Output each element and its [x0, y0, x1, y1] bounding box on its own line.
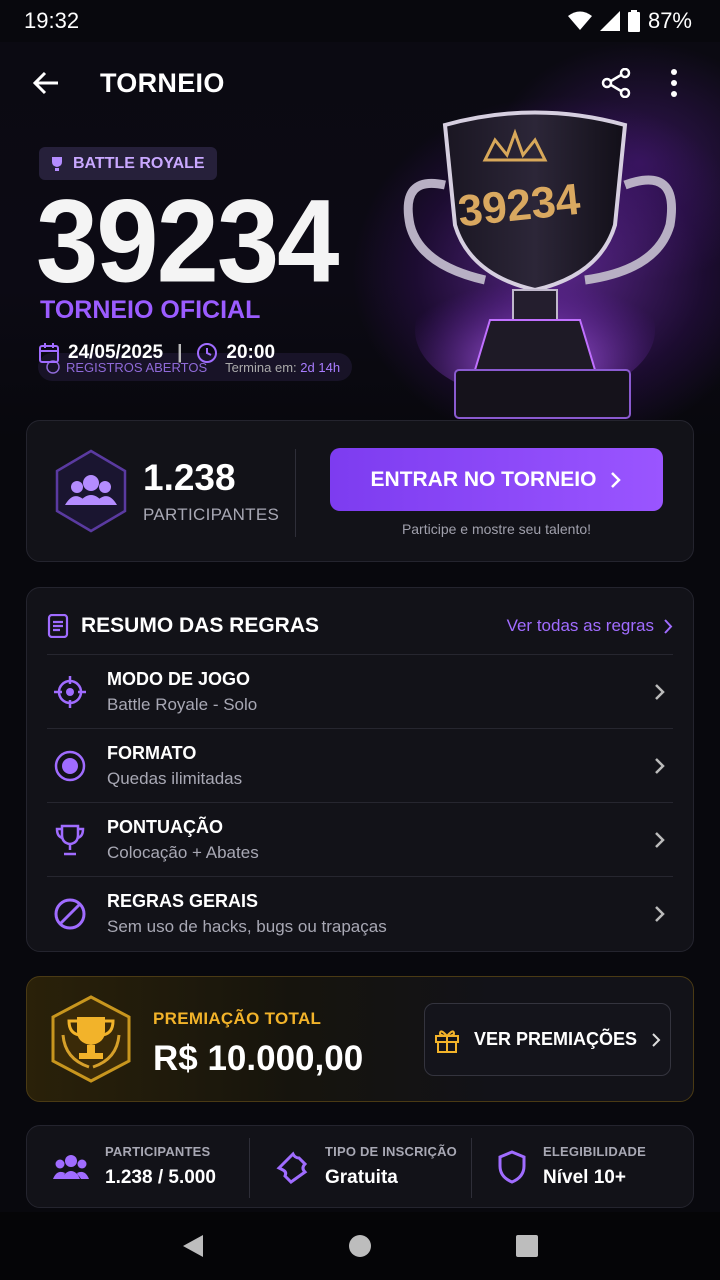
divider [295, 449, 296, 537]
share-button[interactable] [594, 61, 638, 105]
battery-icon [627, 10, 640, 32]
status-bar: 19:32 87% [0, 0, 720, 42]
chevron-right-icon [652, 1032, 661, 1047]
prize-emblem-icon [51, 995, 131, 1083]
info-label: TIPO DE INSCRIÇÃO [325, 1144, 457, 1159]
see-all-rules-label: Ver todas as regras [506, 616, 654, 635]
info-strip: PARTICIPANTES 1.238 / 5.000 TIPO DE INSC… [26, 1125, 694, 1208]
rule-item-general[interactable]: REGRAS GERAIS Sem uso de hacks, bugs ou … [47, 876, 673, 950]
tournament-number: 39234 [36, 175, 339, 307]
tournament-subtitle: TORNEIO OFICIAL [40, 296, 261, 324]
chevron-right-icon [664, 618, 673, 634]
prize-card: PREMIAÇÃO TOTAL R$ 10.000,00 VER PREMIAÇ… [26, 976, 694, 1102]
ticket-icon [276, 1150, 308, 1184]
clock-icon [197, 343, 218, 363]
rule-title: PONTUAÇÃO [107, 816, 223, 837]
rules-summary-card: RESUMO DAS REGRAS Ver todas as regras MO… [26, 587, 694, 952]
document-icon [47, 614, 69, 638]
tournament-date: 24/05/2025 [68, 342, 164, 363]
chevron-right-icon [655, 831, 665, 848]
more-vertical-icon [671, 69, 677, 97]
rule-item-scoring[interactable]: PONTUAÇÃO Colocação + Abates [47, 802, 673, 876]
calendar-icon [39, 343, 59, 363]
date-time-row: 24/05/2025 | 20:00 [38, 342, 275, 364]
info-registration-type: TIPO DE INSCRIÇÃO Gratuita [249, 1126, 471, 1207]
shield-icon [498, 1149, 526, 1184]
rule-title: MODO DE JOGO [107, 668, 251, 689]
rule-subtitle: Quedas ilimitadas [107, 768, 243, 788]
info-value: Nível 10+ [543, 1167, 626, 1188]
ban-icon [54, 898, 86, 929]
status-time: 19:32 [24, 8, 80, 33]
nav-back-icon[interactable] [181, 1233, 205, 1259]
badge-label: BATTLE ROYALE [73, 154, 205, 172]
rule-item-game-mode[interactable]: MODO DE JOGO Battle Royale - Solo [47, 654, 673, 728]
rule-title: FORMATO [107, 742, 197, 763]
info-value: 1.238 / 5.000 [105, 1167, 216, 1188]
page-title: TORNEIO [100, 67, 225, 98]
ends-value: 2d 14h [300, 359, 341, 375]
wifi-icon [567, 11, 592, 30]
crosshair-icon [54, 675, 86, 708]
back-button[interactable] [24, 61, 68, 105]
prize-value: R$ 10.000,00 [153, 1039, 364, 1078]
trophy-illustration: 39234 [403, 110, 676, 419]
info-label: PARTICIPANTES [105, 1144, 211, 1159]
tournament-time: 20:00 [226, 342, 276, 363]
view-prizes-label: VER PREMIAÇÕES [473, 1029, 638, 1049]
status-icons: 87% [567, 8, 692, 34]
users-icon [53, 1154, 89, 1179]
info-participants: PARTICIPANTES 1.238 / 5.000 [27, 1126, 249, 1207]
rules-title: RESUMO DAS REGRAS [81, 614, 320, 637]
rule-item-format[interactable]: FORMATO Quedas ilimitadas [47, 728, 673, 802]
separator: | [177, 342, 183, 363]
participants-card: 1.238 PARTICIPANTES ENTRAR NO TORNEIO Pa… [26, 420, 694, 562]
prize-label: PREMIAÇÃO TOTAL [153, 1009, 322, 1028]
rule-subtitle: Sem uso de hacks, bugs ou trapaças [107, 916, 387, 936]
view-prizes-button[interactable]: VER PREMIAÇÕES [424, 1003, 671, 1076]
enter-hint: Participe e mostre seu talento! [401, 521, 592, 537]
app-bar: TORNEIO [0, 42, 720, 124]
chevron-right-icon [655, 757, 665, 774]
nav-recents-icon[interactable] [515, 1234, 539, 1258]
gift-icon [434, 1029, 459, 1053]
target-icon [54, 750, 86, 781]
info-value: Gratuita [325, 1167, 398, 1188]
rules-header: RESUMO DAS REGRAS Ver todas as regras [47, 608, 673, 644]
system-nav-bar [0, 1212, 720, 1280]
info-label: ELEGIBILIDADE [543, 1144, 646, 1159]
chevron-right-icon [655, 683, 665, 700]
more-options-button[interactable] [652, 61, 696, 105]
chevron-right-icon [655, 905, 665, 922]
trophy-icon [55, 824, 85, 855]
trophy-small-icon [52, 156, 62, 171]
battery-level: 87% [647, 8, 692, 33]
participants-count: 1.238 [143, 457, 236, 498]
participants-hex-icon [55, 449, 127, 533]
see-all-rules-link[interactable]: Ver todas as regras [507, 616, 673, 636]
signal-icon [599, 11, 620, 31]
rule-subtitle: Colocação + Abates [107, 842, 259, 862]
chevron-right-icon [611, 471, 622, 488]
rule-subtitle: Battle Royale - Solo [107, 694, 258, 714]
enter-tournament-button[interactable]: ENTRAR NO TORNEIO [330, 448, 663, 511]
participants-label: PARTICIPANTES [143, 505, 280, 524]
rule-title: REGRAS GERAIS [107, 890, 259, 911]
share-icon [601, 68, 631, 98]
arrow-left-icon [32, 71, 58, 95]
nav-home-icon[interactable] [348, 1234, 372, 1258]
info-eligibility: ELEGIBILIDADE Nível 10+ [471, 1126, 693, 1207]
enter-tournament-label: ENTRAR NO TORNEIO [370, 467, 597, 491]
